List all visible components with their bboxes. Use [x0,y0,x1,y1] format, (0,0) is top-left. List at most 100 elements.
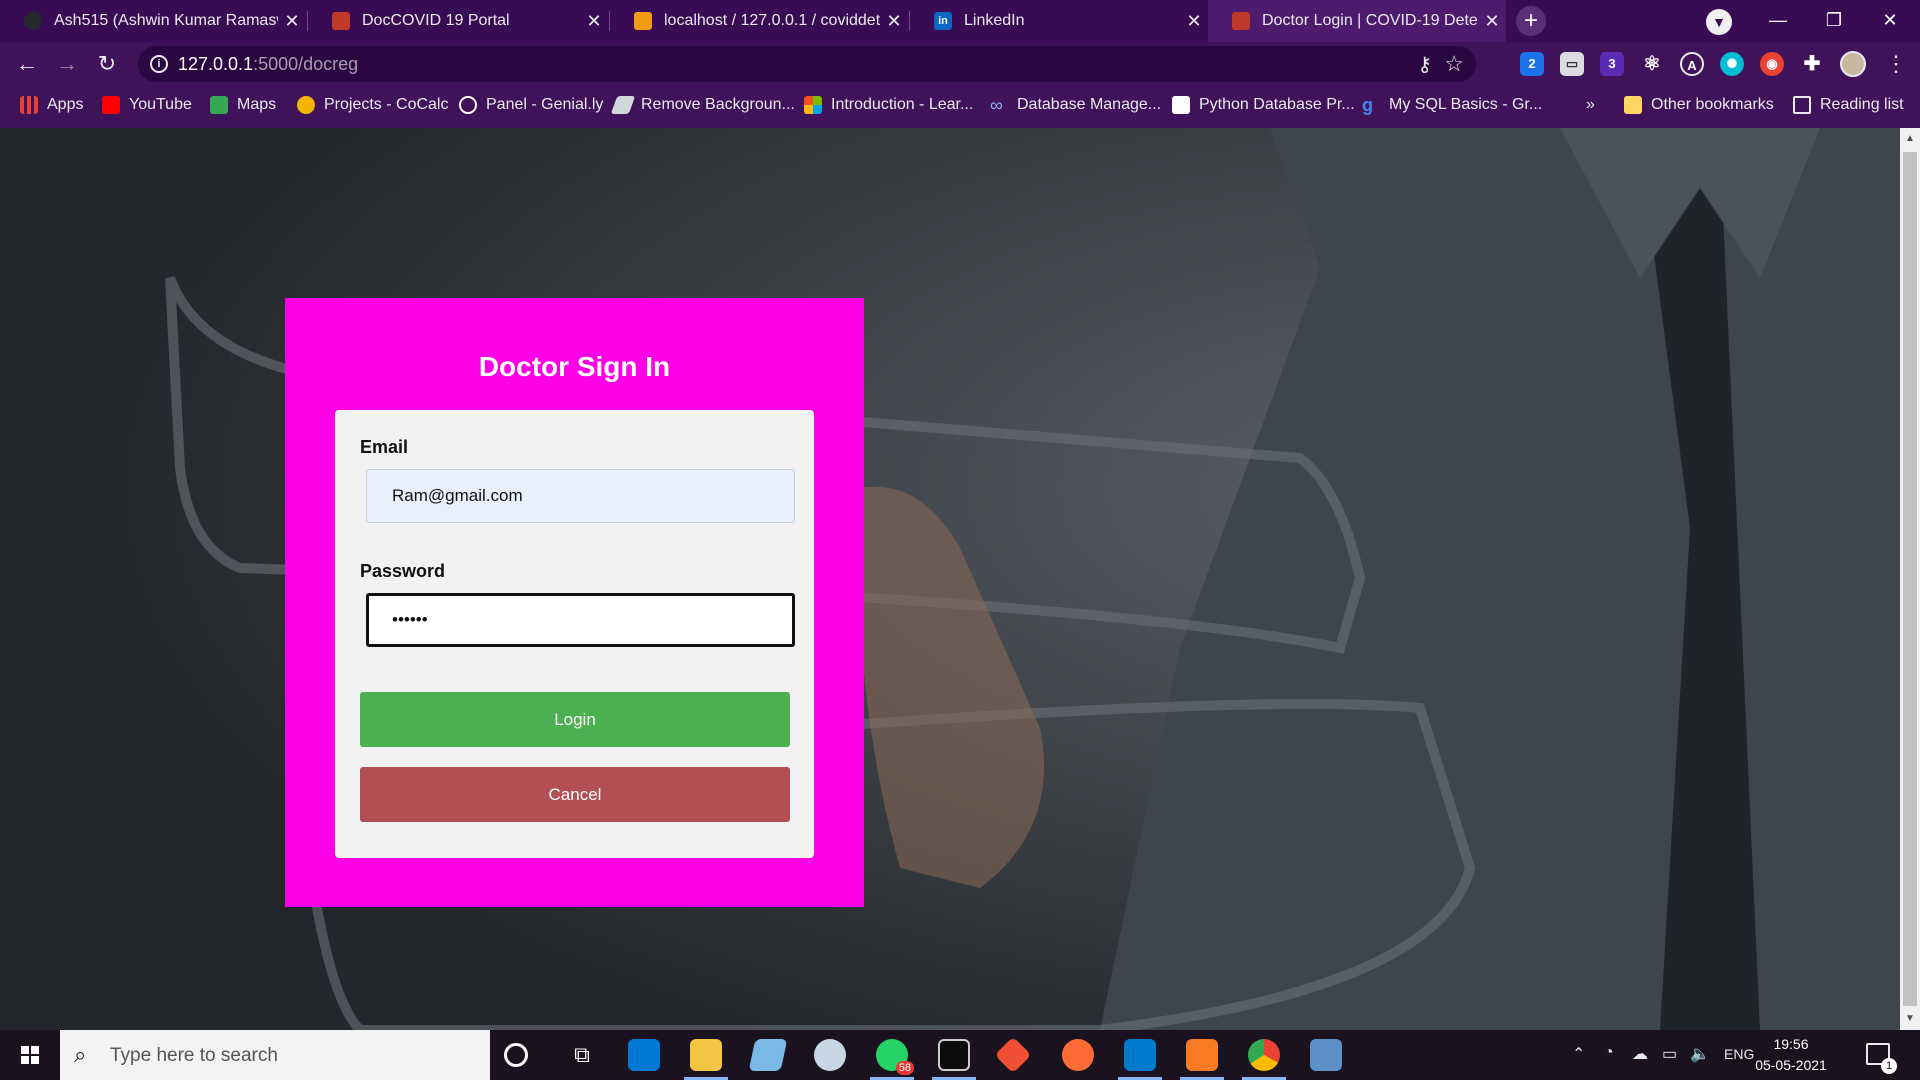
address-bar[interactable]: i 127.0.0.1:5000/docreg ⚷ ☆ [138,46,1476,82]
cocalc-icon [297,96,315,114]
file-explorer-icon[interactable] [690,1039,722,1071]
system-clock[interactable]: 19:56 05-05-2021 [1752,1034,1830,1076]
extension-color-icon[interactable]: ◉ [1760,52,1784,76]
close-icon[interactable]: ✕ [580,11,608,32]
close-icon[interactable]: ✕ [1478,11,1506,32]
taskbar-search-box[interactable]: ⌕ Type here to search [60,1030,490,1080]
bookmark-genially[interactable]: Panel - Genial.ly [459,86,603,124]
tab-title: DocCOVID 19 Portal [362,12,510,29]
cortana-icon[interactable] [504,1043,528,1067]
git-icon[interactable] [994,1036,1032,1074]
network-icon[interactable]: ☁ [1632,1044,1648,1064]
extension-gem-icon[interactable]: 3 [1600,52,1624,76]
infinity-icon: ∞ [990,95,1003,115]
restore-button[interactable]: ❐ [1806,0,1862,40]
chrome-icon[interactable] [1248,1039,1280,1071]
login-form: Email Password Login Cancel [335,410,814,858]
extension-badge-count: 3 [1608,56,1616,71]
bookmark-python-db[interactable]: Python Database Pr... [1172,86,1355,124]
close-icon[interactable]: ✕ [1180,11,1208,32]
tab-search-icon[interactable]: ▼ [1706,9,1732,35]
new-tab-button[interactable]: + [1516,6,1546,36]
password-field[interactable] [366,593,795,647]
paint-icon[interactable] [814,1039,846,1071]
scrollbar-thumb[interactable] [1903,152,1917,1006]
bookmark-label: Other bookmarks [1651,96,1774,113]
close-icon[interactable]: ✕ [278,11,306,32]
microsoft-store-icon[interactable] [628,1039,660,1071]
genially-icon [459,96,477,114]
kebab-menu-icon[interactable]: ⋮ [1885,50,1907,78]
email-field[interactable] [366,469,795,523]
tab-title: Doctor Login | COVID-19 Detecto [1262,12,1478,29]
tab-doctor-login[interactable]: Doctor Login | COVID-19 Detecto ✕ [1208,0,1506,42]
tray-chevron-icon[interactable]: ⌃ [1572,1044,1585,1064]
forward-arrow-icon[interactable]: → [53,50,81,78]
bookmarks-overflow-button[interactable]: » [1586,86,1595,124]
removebg-icon [610,96,636,114]
scroll-up-icon[interactable]: ▲ [1900,130,1920,148]
login-button[interactable]: Login [360,692,790,747]
extensions-puzzle-icon[interactable]: ✚ [1800,52,1824,76]
search-icon: ⌕ [74,1042,87,1067]
whatsapp-icon[interactable]: 58 [876,1039,914,1075]
react-devtools-icon[interactable]: ⚛ [1640,52,1664,76]
extension-card-icon[interactable]: ▭ [1560,52,1584,76]
bookmark-label: Maps [237,96,277,113]
bookmark-label: Panel - Genial.ly [486,96,604,113]
site-info-icon[interactable]: i [150,55,168,73]
signin-card: Doctor Sign In Email Password Login Canc… [285,298,864,907]
bookmark-label: Database Manage... [1017,96,1162,113]
windows-start-icon[interactable] [0,1030,60,1080]
minimize-button[interactable]: — [1750,0,1806,40]
battery-icon[interactable]: ▭ [1662,1044,1677,1064]
wifi-icon[interactable]: ◔ [1604,1044,1614,1062]
extension-gear-icon[interactable]: ✺ [1720,52,1744,76]
browser-toolbar: ← → ↻ i 127.0.0.1:5000/docreg ⚷ ☆ 2 ▭ 3 … [0,42,1920,86]
vscode-icon[interactable] [1124,1039,1156,1071]
terminal-icon[interactable] [938,1039,970,1071]
bookmark-apps[interactable]: Apps [20,86,83,124]
portal-icon [332,12,350,30]
notification-center-icon[interactable]: 1 [1866,1043,1897,1074]
tab-linkedin[interactable]: in LinkedIn ✕ [910,0,1208,42]
url-text[interactable]: 127.0.0.1:5000/docreg [178,54,358,75]
bookmark-remove-bg[interactable]: Remove Backgroun... [610,86,795,124]
microsoft-icon [804,96,822,114]
remote-desktop-icon[interactable] [1310,1039,1342,1071]
phpmyadmin-icon [634,12,652,30]
bookmark-maps[interactable]: Maps [210,86,276,124]
gfg-icon: g [1362,95,1373,115]
reload-icon[interactable]: ↻ [93,50,121,78]
linkedin-icon: in [934,12,952,30]
tab-doccovid-portal[interactable]: DocCOVID 19 Portal ✕ [308,0,608,42]
postman-icon[interactable] [1062,1039,1094,1071]
task-view-icon[interactable]: ⧉ [566,1039,598,1071]
password-key-icon[interactable]: ⚷ [1417,52,1432,77]
page-scrollbar[interactable]: ▲ ▼ [1900,128,1920,1030]
bookmark-mysql-basics[interactable]: g My SQL Basics - Gr... [1362,86,1542,124]
bookmark-cocalc[interactable]: Projects - CoCalc [297,86,448,124]
reading-list[interactable]: Reading list [1793,86,1904,124]
bookmark-label: Projects - CoCalc [324,96,449,113]
bookmark-youtube[interactable]: YouTube [102,86,192,124]
extension-badge-icon[interactable]: 2 [1520,52,1544,76]
url-host: 127.0.0.1 [178,54,254,74]
other-bookmarks[interactable]: Other bookmarks [1624,86,1774,124]
language-indicator[interactable]: ENG [1724,1046,1754,1062]
notepad-icon[interactable] [748,1039,788,1071]
window-close-button[interactable]: ✕ [1862,0,1918,40]
cancel-button[interactable]: Cancel [360,767,790,822]
xampp-icon[interactable] [1186,1039,1218,1071]
bookmark-star-icon[interactable]: ☆ [1444,51,1464,77]
back-arrow-icon[interactable]: ← [13,50,41,78]
tab-phpmyadmin[interactable]: localhost / 127.0.0.1 / coviddetec ✕ [610,0,908,42]
bookmark-microsoft-learn[interactable]: Introduction - Lear... [804,86,973,124]
volume-icon[interactable]: 🔈 [1690,1044,1710,1064]
bookmark-database[interactable]: ∞ Database Manage... [990,86,1161,124]
tab-github[interactable]: Ash515 (Ashwin Kumar Ramaswa ✕ [0,0,306,42]
profile-avatar[interactable] [1840,51,1866,77]
extension-a-icon[interactable]: A [1680,52,1704,76]
close-icon[interactable]: ✕ [880,11,908,32]
scroll-down-icon[interactable]: ▼ [1900,1010,1920,1028]
